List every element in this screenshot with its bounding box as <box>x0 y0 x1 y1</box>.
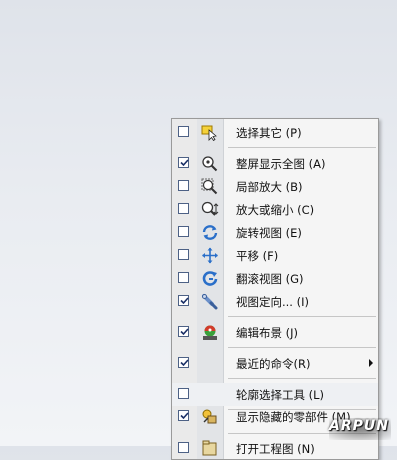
menu-item-checkbox[interactable] <box>178 157 189 168</box>
menu-item-select-other[interactable]: 选择其它 (P) <box>172 121 378 144</box>
menu-item-profile-select-tool[interactable]: 轮廓选择工具 (L) <box>172 383 378 406</box>
watermark-logo: ARPUN <box>329 418 391 440</box>
menu-item-checkbox[interactable] <box>178 249 189 260</box>
menu-item-label: 编辑布景 (J) <box>236 326 299 340</box>
menu-item-checkbox[interactable] <box>178 326 189 337</box>
menu-item-checkbox[interactable] <box>178 410 189 421</box>
check-icon <box>180 328 189 336</box>
menu-item-open-drawing[interactable]: 打开工程图 (N) <box>172 437 378 460</box>
menu-item-label: 翻滚视图 (G) <box>236 272 304 286</box>
menu-item-checkbox[interactable] <box>178 357 189 368</box>
check-icon <box>180 159 189 167</box>
menu-item-roll-view[interactable]: 翻滚视图 (G) <box>172 267 378 290</box>
menu-separator <box>228 316 376 317</box>
roll-view-icon <box>202 271 218 286</box>
menu-item-label: 旋转视图 (E) <box>236 226 302 240</box>
zoom-to-area-icon <box>201 178 218 195</box>
menu-item-label: 视图定向... (I) <box>236 295 309 309</box>
menu-item-label: 整屏显示全图 (A) <box>236 157 326 171</box>
menu-separator <box>228 378 376 379</box>
menu-item-zoom-to-area[interactable]: 局部放大 (B) <box>172 175 378 198</box>
check-icon <box>180 412 189 420</box>
check-icon <box>180 359 189 367</box>
zoom-in-out-icon <box>201 201 219 216</box>
menu-item-label: 最近的命令(R) <box>236 357 311 371</box>
view-orientation-icon <box>202 294 218 310</box>
menu-item-checkbox[interactable] <box>178 295 189 306</box>
zoom-to-fit-icon <box>202 156 218 172</box>
show-hidden-components-icon <box>202 409 217 424</box>
open-drawing-icon <box>202 440 217 456</box>
menu-item-checkbox[interactable] <box>178 442 189 453</box>
menu-item-recent-commands[interactable]: 最近的命令(R) <box>172 352 378 375</box>
submenu-arrow-icon <box>369 359 373 367</box>
menu-item-label: 选择其它 (P) <box>236 126 302 140</box>
menu-item-checkbox[interactable] <box>178 180 189 191</box>
menu-item-label: 平移 (F) <box>236 249 279 263</box>
rotate-view-icon <box>202 225 218 240</box>
menu-item-zoom-in-out[interactable]: 放大或缩小 (C) <box>172 198 378 221</box>
menu-item-rotate-view[interactable]: 旋转视图 (E) <box>172 221 378 244</box>
menu-item-checkbox[interactable] <box>178 203 189 214</box>
menu-item-view-orientation[interactable]: 视图定向... (I) <box>172 290 378 313</box>
menu-separator <box>228 147 376 148</box>
edit-scene-icon <box>203 325 217 340</box>
check-icon <box>180 297 189 305</box>
menu-item-label: 轮廓选择工具 (L) <box>236 388 325 402</box>
menu-item-edit-scene[interactable]: 编辑布景 (J) <box>172 321 378 344</box>
menu-item-checkbox[interactable] <box>178 226 189 237</box>
menu-item-checkbox[interactable] <box>178 272 189 283</box>
menu-item-pan[interactable]: 平移 (F) <box>172 244 378 267</box>
menu-item-zoom-to-fit[interactable]: 整屏显示全图 (A) <box>172 152 378 175</box>
menu-item-checkbox[interactable] <box>178 388 189 399</box>
menu-item-label: 打开工程图 (N) <box>236 442 315 456</box>
menu-separator <box>228 347 376 348</box>
select-other-icon <box>201 125 217 141</box>
menu-item-label: 局部放大 (B) <box>236 180 303 194</box>
context-menu: 选择其它 (P) 整屏显示全图 (A) 局部放大 (B) 放大或缩小 (C) 旋… <box>171 118 379 460</box>
menu-item-checkbox[interactable] <box>178 126 189 137</box>
menu-item-label: 放大或缩小 (C) <box>236 203 315 217</box>
pan-icon <box>202 247 218 264</box>
